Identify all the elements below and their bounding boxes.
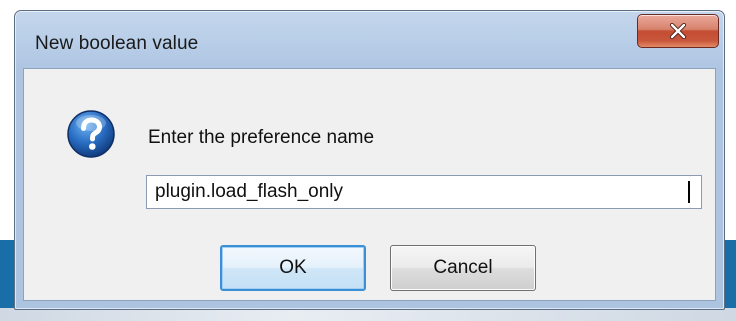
prompt-label: Enter the preference name bbox=[148, 127, 375, 148]
close-button[interactable] bbox=[637, 14, 719, 48]
dialog-content: Enter the preference name OK Cancel bbox=[23, 68, 716, 301]
background-edge-right bbox=[724, 240, 736, 310]
new-boolean-value-dialog: New boolean value Enter the preference n… bbox=[14, 10, 725, 310]
cancel-button[interactable]: Cancel bbox=[390, 245, 536, 291]
dialog-title: New boolean value bbox=[35, 33, 199, 54]
preference-name-input[interactable] bbox=[146, 175, 702, 209]
question-help-icon bbox=[67, 110, 115, 158]
close-x-icon bbox=[669, 23, 687, 39]
text-caret bbox=[688, 181, 690, 203]
ok-button[interactable]: OK bbox=[220, 245, 366, 291]
title-bar[interactable]: New boolean value bbox=[15, 11, 724, 66]
